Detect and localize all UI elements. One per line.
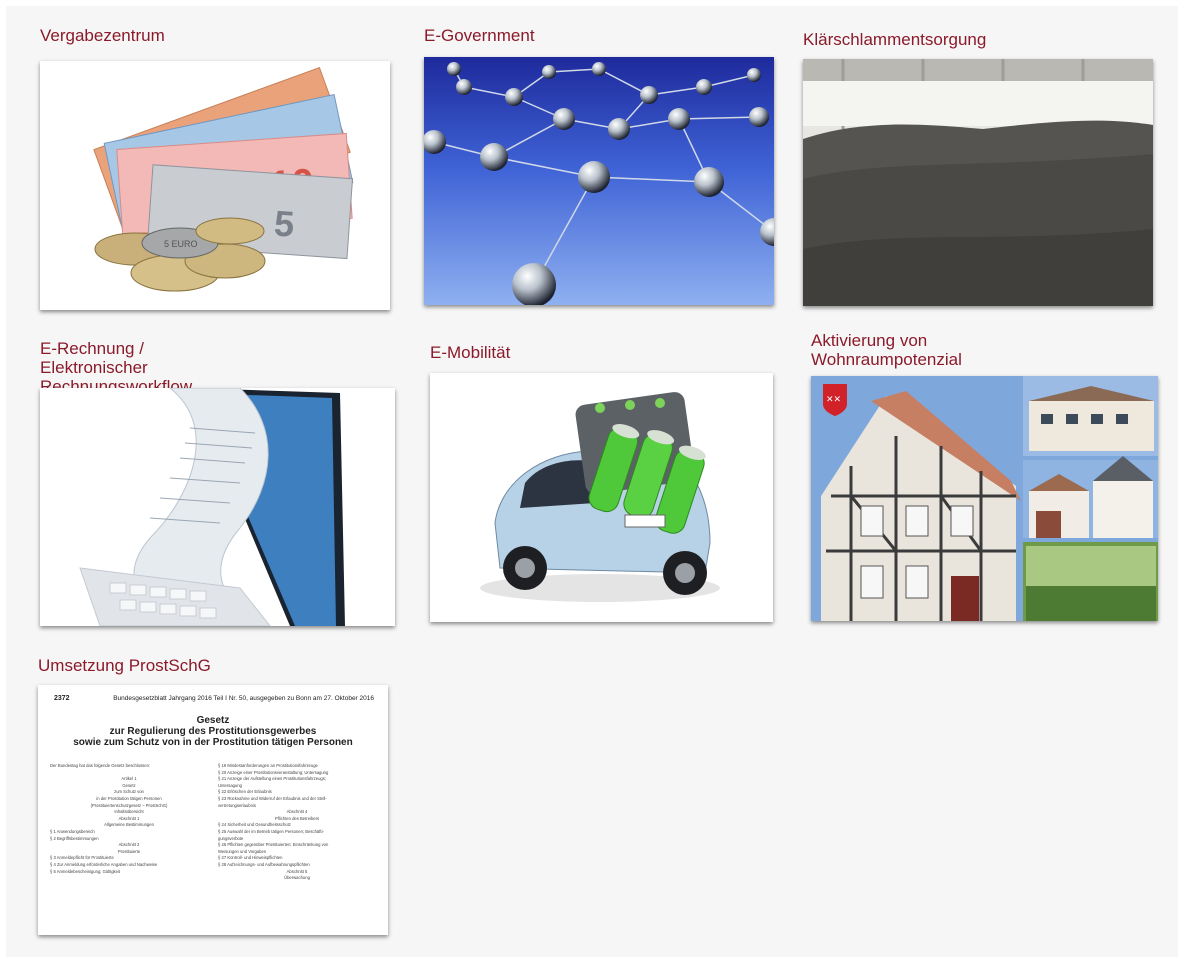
gazette-text-line: Abschnitt 1 bbox=[118, 815, 140, 821]
gazette-text-line: Untersagung bbox=[218, 782, 242, 788]
gazette-text-line: gungsverbote bbox=[218, 835, 244, 841]
gazette-header-text: Bundesgesetzblatt Jahrgang 2016 Teil I N… bbox=[113, 695, 374, 702]
gazette-text-line: Artikel 1 bbox=[121, 776, 137, 782]
tile-title[interactable]: Klärschlammentsorgung bbox=[803, 30, 986, 49]
gazette-text-line: § 25 Auswahl der im Betrieb tätigen Pers… bbox=[218, 828, 324, 834]
euro-banknotes-coins-image[interactable]: 50 20 10 5 5 EURO bbox=[40, 61, 390, 310]
gazette-text-line: Allgemeine Bestimmungen bbox=[104, 822, 154, 828]
gazette-text-line: Abschnitt 2 bbox=[118, 842, 140, 848]
gazette-text-line: § 23 Rücknahme und Widerruf der Erlaubni… bbox=[218, 795, 327, 801]
gazette-text-line bbox=[50, 770, 208, 777]
gazette-page-number: 2372 bbox=[54, 695, 70, 702]
gazette-text-line: § 28 Aufzeichnungs- und Aufbewahrungspfl… bbox=[218, 861, 310, 867]
gazette-text-line: § 4 Zur Anmeldung erforderliche Angaben … bbox=[50, 861, 158, 867]
coin-label: 5 EURO bbox=[164, 239, 198, 249]
gazette-text-line: § 5 Anmeldebescheinigung; Gültigkeit bbox=[50, 868, 121, 874]
gazette-text-line: (Prostituiertenschutzgesetz – ProstSchG) bbox=[90, 802, 168, 808]
half-timbered-houses-collage-image[interactable]: ✕✕ bbox=[811, 376, 1158, 621]
houses-collage-illustration: ✕✕ bbox=[811, 376, 1158, 621]
euro-money-illustration: 50 20 10 5 5 EURO bbox=[40, 61, 390, 310]
gazette-text-line: zum Schutz von bbox=[114, 789, 144, 795]
network-spheres-image[interactable] bbox=[424, 57, 774, 305]
invoice-illustration bbox=[40, 388, 395, 626]
gazette-text-line: Abschnitt 5 bbox=[286, 868, 308, 874]
gazette-text-line: § 20 Anzeige einer Prostitutionsveransta… bbox=[218, 769, 329, 775]
gazette-title: Gesetz zur Regulierung des Prostitutions… bbox=[38, 715, 388, 748]
gazette-text-line: Überwachung bbox=[284, 875, 310, 881]
gazette-text-line: § 21 Anzeige der Aufstellung eines Prost… bbox=[218, 776, 327, 782]
gazette-title-line: zur Regulierung des Prostitutionsgewerbe… bbox=[109, 726, 317, 737]
network-illustration bbox=[424, 57, 774, 305]
tile-title[interactable]: Vergabezentrum bbox=[40, 26, 165, 45]
gazette-title-line: sowie zum Schutz von in der Prostitution… bbox=[73, 737, 353, 748]
gazette-text-line: § 2 Begriffsbestimmungen bbox=[50, 835, 99, 841]
gazette-text-line: § 27 Kontroll- und Hinweispflichten bbox=[218, 855, 283, 861]
electric-car-batteries-image[interactable] bbox=[430, 373, 773, 622]
gazette-text-line: Weisungen und Vorgaben bbox=[218, 848, 267, 854]
gazette-columns: Der Bundestag hat das folgende Gesetz be… bbox=[50, 763, 376, 929]
gazette-text-line: Gesetz bbox=[122, 782, 136, 788]
law-gazette-page-image[interactable]: 2372 Bundesgesetzblatt Jahrgang 2016 Tei… bbox=[38, 685, 388, 935]
gazette-text-line: § 19 Mindestanforderungen an Prostitutio… bbox=[218, 763, 318, 768]
ecar-illustration bbox=[430, 373, 773, 622]
gazette-text-line: § 22 Erlöschen der Erlaubnis bbox=[218, 789, 272, 795]
sewage-sludge-pile-image[interactable] bbox=[803, 59, 1153, 306]
gazette-text-line: § 24 Sicherheit und Gesundheitsschutz bbox=[218, 822, 291, 828]
banknote-5-label: 5 bbox=[273, 202, 296, 244]
gazette-text-line: Prostituierte bbox=[117, 848, 141, 854]
gazette-text-line: § 3 Anmeldepflicht für Prostituierte bbox=[50, 855, 114, 861]
tile-title[interactable]: E-Mobilität bbox=[430, 343, 510, 362]
sludge-illustration bbox=[803, 59, 1153, 306]
gazette-title-line: Gesetz bbox=[196, 715, 230, 726]
svg-text:✕✕: ✕✕ bbox=[826, 394, 841, 404]
gazette-text-line: vertretungserlaubnis bbox=[218, 802, 256, 808]
page-background: Vergabezentrum 50 20 10 5 bbox=[6, 6, 1178, 957]
gazette-text-line: Inhaltsübersicht bbox=[114, 809, 144, 815]
tile-title[interactable]: Aktivierung von Wohnraumpotenzial bbox=[811, 331, 962, 369]
invoice-laptop-image[interactable] bbox=[40, 388, 395, 626]
gazette-text-line: Abschnitt 4 bbox=[286, 809, 308, 815]
tile-title[interactable]: Umsetzung ProstSchG bbox=[38, 656, 211, 675]
tile-title[interactable]: E-Government bbox=[424, 26, 535, 45]
gazette-text-line: § 26 Pflichten gegenüber Prostituierten;… bbox=[218, 842, 329, 848]
gazette-right-column: § 19 Mindestanforderungen an Prostitutio… bbox=[218, 763, 376, 929]
gazette-document: 2372 Bundesgesetzblatt Jahrgang 2016 Tei… bbox=[38, 685, 388, 935]
gazette-text-line: § 1 Anwendungsbereich bbox=[50, 828, 95, 834]
gazette-left-column: Der Bundestag hat das folgende Gesetz be… bbox=[50, 763, 208, 929]
gazette-header: 2372 Bundesgesetzblatt Jahrgang 2016 Tei… bbox=[54, 695, 374, 702]
gazette-text-line: in der Prostitution tätigen Personen bbox=[96, 795, 162, 801]
gazette-text-line: Der Bundestag hat das folgende Gesetz be… bbox=[50, 763, 151, 768]
gazette-text-line: Pflichten des Betreibers bbox=[274, 815, 320, 821]
